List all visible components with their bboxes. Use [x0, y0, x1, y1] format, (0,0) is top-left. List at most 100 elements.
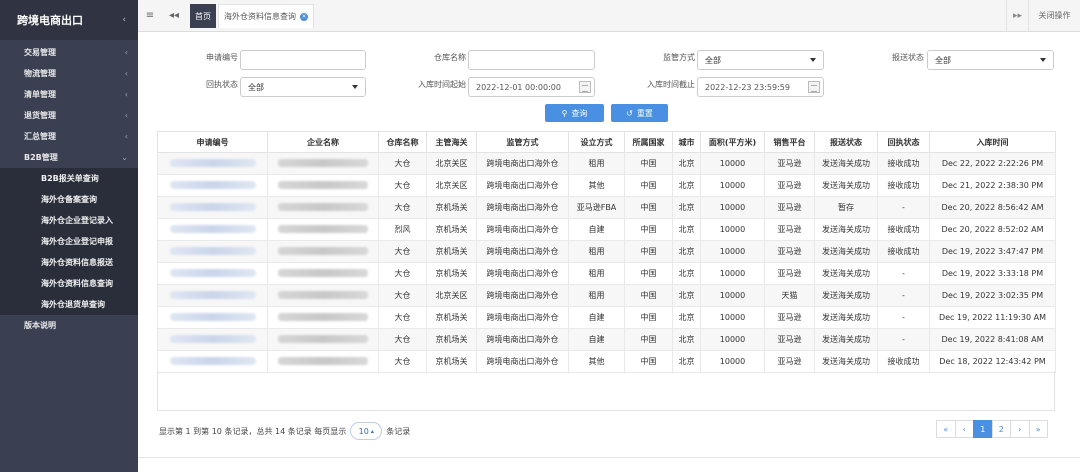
- country-cell: 中国: [624, 240, 673, 263]
- city-cell: 北京: [672, 284, 701, 307]
- table-row[interactable]: 大仓 北京关区 跨境电商出口海外仓 租用 中国 北京 10000 天猫 发送海关成功 - Dec 1…: [157, 284, 1056, 307]
- table-row[interactable]: 大仓 京机场关 跨境电商出口海外仓 其他 中国 北京 10000 亚马逊 发送海关成功 接收成功 D…: [157, 350, 1056, 373]
- report-cell: 暂存: [814, 196, 878, 219]
- reset-button[interactable]: ↺ 重置: [611, 104, 668, 122]
- receipt-status-label: 回执状态: [206, 80, 238, 89]
- close-operations-button[interactable]: 关闭操作: [1028, 0, 1080, 31]
- column-header: 回执状态: [877, 131, 930, 153]
- next-page-button[interactable]: ›: [1010, 420, 1030, 438]
- sidebar-subitem-warehouse-return-query[interactable]: 海外仓退货单查询: [0, 294, 138, 315]
- report-cell: 发送海关成功: [814, 152, 878, 175]
- redacted-text: [169, 334, 256, 343]
- company-name-cell: [267, 306, 379, 329]
- report-status-select[interactable]: 全部: [927, 50, 1054, 70]
- report-cell: 发送海关成功: [814, 262, 878, 285]
- city-cell: 北京: [672, 262, 701, 285]
- sidebar-item-returns[interactable]: 退货管理 ‹: [0, 105, 138, 126]
- city-cell: 北京: [672, 328, 701, 351]
- sidebar-item-summary[interactable]: 汇总管理 ‹: [0, 126, 138, 147]
- sidebar-subitem-warehouse-info-query[interactable]: 海外仓资料信息查询: [0, 273, 138, 294]
- city-cell: 北京: [672, 218, 701, 241]
- sidebar-item-version[interactable]: 版本说明: [0, 315, 138, 336]
- receipt-cell: 接收成功: [877, 174, 930, 197]
- close-icon[interactable]: ×: [300, 12, 308, 21]
- sidebar-menu: 交易管理 ‹ 物流管理 ‹ 清单管理 ‹ 退货管理 ‹ 汇总管理 ‹ B2B管理 ⌄ B2B…: [0, 40, 138, 336]
- divider: [138, 457, 1080, 458]
- redacted-text: [169, 224, 256, 233]
- redacted-text: [278, 356, 368, 365]
- receipt-cell: -: [877, 328, 930, 351]
- table-row[interactable]: 大仓 京机场关 跨境电商出口海外仓 亚马逊FBA 中国 北京 10000 亚马逊 暂存 - Dec …: [157, 196, 1056, 219]
- report-cell: 发送海关成功: [814, 218, 878, 241]
- calendar-icon[interactable]: [579, 81, 591, 93]
- table-row[interactable]: 烈风 京机场关 跨境电商出口海外仓 自建 中国 北京 10000 亚马逊 发送海关成功 接收成功 D…: [157, 218, 1056, 241]
- pagination-info: 显示第 1 到第 10 条记录，总共 14 条记录 每页显示 10 ▴ 条记录: [159, 422, 410, 440]
- warehouse-name-input[interactable]: [468, 50, 595, 70]
- table-row[interactable]: 大仓 京机场关 跨境电商出口海外仓 租用 中国 北京 10000 亚马逊 发送海关成功 - Dec …: [157, 262, 1056, 285]
- redacted-text: [169, 202, 256, 211]
- table-row[interactable]: 大仓 北京关区 跨境电商出口海外仓 其他 中国 北京 10000 亚马逊 发送海关成功 接收成功 D…: [157, 174, 1056, 197]
- company-name-cell: [267, 152, 379, 175]
- last-page-button[interactable]: »: [1028, 420, 1048, 438]
- redacted-text: [169, 290, 256, 299]
- platform-cell: 亚马逊: [764, 196, 815, 219]
- company-name-cell: [267, 240, 379, 263]
- tab-home[interactable]: 首页: [190, 4, 216, 28]
- apply-no-cell: [157, 284, 268, 307]
- table-empty-area: [157, 371, 1055, 411]
- time-cell: Dec 20, 2022 8:52:02 AM: [929, 218, 1056, 241]
- sidebar-item-trade[interactable]: 交易管理 ‹: [0, 42, 138, 63]
- page-size-select[interactable]: 10 ▴: [350, 422, 383, 440]
- apply-no-input[interactable]: [240, 50, 366, 70]
- country-cell: 中国: [624, 152, 673, 175]
- mode-cell: 跨境电商出口海外仓: [476, 262, 569, 285]
- table-row[interactable]: 大仓 京机场关 跨境电商出口海外仓 自建 中国 北京 10000 亚马逊 发送海关成功 - Dec …: [157, 306, 1056, 329]
- menu-toggle-icon[interactable]: ≡: [140, 0, 160, 31]
- redacted-text: [278, 312, 368, 321]
- sidebar-item-b2b[interactable]: B2B管理 ⌄: [0, 147, 138, 168]
- sidebar-subitem-warehouse-reg-entry[interactable]: 海外仓企业登记录入: [0, 210, 138, 231]
- sidebar-subitem-warehouse-reg-declare[interactable]: 海外仓企业登记申报: [0, 231, 138, 252]
- tab-scroll-right-icon[interactable]: ▸▸: [1006, 0, 1028, 31]
- column-header: 申请编号: [157, 131, 268, 153]
- sidebar-item-manifest[interactable]: 清单管理 ‹: [0, 84, 138, 105]
- country-cell: 中国: [624, 306, 673, 329]
- in-end-datetime-input[interactable]: 2022-12-23 23:59:59: [697, 77, 824, 97]
- area-cell: 10000: [700, 174, 765, 197]
- setup-cell: 自建: [568, 218, 625, 241]
- tab-warehouse-info-query[interactable]: 海外仓资料信息查询 ×: [218, 4, 314, 28]
- search-button[interactable]: ⚲ 查询: [545, 104, 604, 122]
- supervise-mode-select[interactable]: 全部: [697, 50, 824, 70]
- table-row[interactable]: 大仓 北京关区 跨境电商出口海外仓 租用 中国 北京 10000 亚马逊 发送海关成功 接收成功 D…: [157, 152, 1056, 175]
- sidebar-subitem-warehouse-filing[interactable]: 海外仓备案查询: [0, 189, 138, 210]
- page-button-1[interactable]: 1: [973, 420, 993, 438]
- select-value: 全部: [935, 55, 951, 65]
- table-row[interactable]: 大仓 京机场关 跨境电商出口海外仓 自建 中国 北京 10000 亚马逊 发送海关成功 - Dec …: [157, 328, 1056, 351]
- sidebar-collapse-icon[interactable]: ‹: [122, 15, 126, 25]
- receipt-cell: -: [877, 306, 930, 329]
- sidebar-item-logistics[interactable]: 物流管理 ‹: [0, 63, 138, 84]
- calendar-icon[interactable]: [808, 81, 820, 93]
- in-start-datetime-input[interactable]: 2022-12-01 00:00:00: [468, 77, 595, 97]
- sidebar-item-label: 退货管理: [24, 111, 56, 120]
- country-cell: 中国: [624, 284, 673, 307]
- page-button-2[interactable]: 2: [991, 420, 1011, 438]
- time-cell: Dec 19, 2022 11:19:30 AM: [929, 306, 1056, 329]
- tab-scroll-left-icon[interactable]: ◂◂: [164, 0, 184, 31]
- receipt-status-select[interactable]: 全部: [240, 77, 366, 97]
- setup-cell: 亚马逊FBA: [568, 196, 625, 219]
- sidebar-subitem-warehouse-info-submit[interactable]: 海外仓资料信息报送: [0, 252, 138, 273]
- first-page-button[interactable]: «: [936, 420, 956, 438]
- city-cell: 北京: [672, 174, 701, 197]
- time-cell: Dec 19, 2022 3:33:18 PM: [929, 262, 1056, 285]
- redacted-text: [278, 202, 368, 211]
- company-name-cell: [267, 350, 379, 373]
- prev-page-button[interactable]: ‹: [954, 420, 974, 438]
- button-label: 重置: [636, 108, 653, 118]
- sidebar-subitem-b2b-declaration[interactable]: B2B报关单查询: [0, 168, 138, 189]
- warehouse-cell: 大仓: [378, 152, 427, 175]
- time-cell: Dec 18, 2022 12:43:42 PM: [929, 350, 1056, 373]
- redacted-text: [278, 246, 368, 255]
- redacted-text: [278, 334, 368, 343]
- table-row[interactable]: 大仓 京机场关 跨境电商出口海外仓 租用 中国 北京 10000 亚马逊 发送海关成功 接收成功 D…: [157, 240, 1056, 263]
